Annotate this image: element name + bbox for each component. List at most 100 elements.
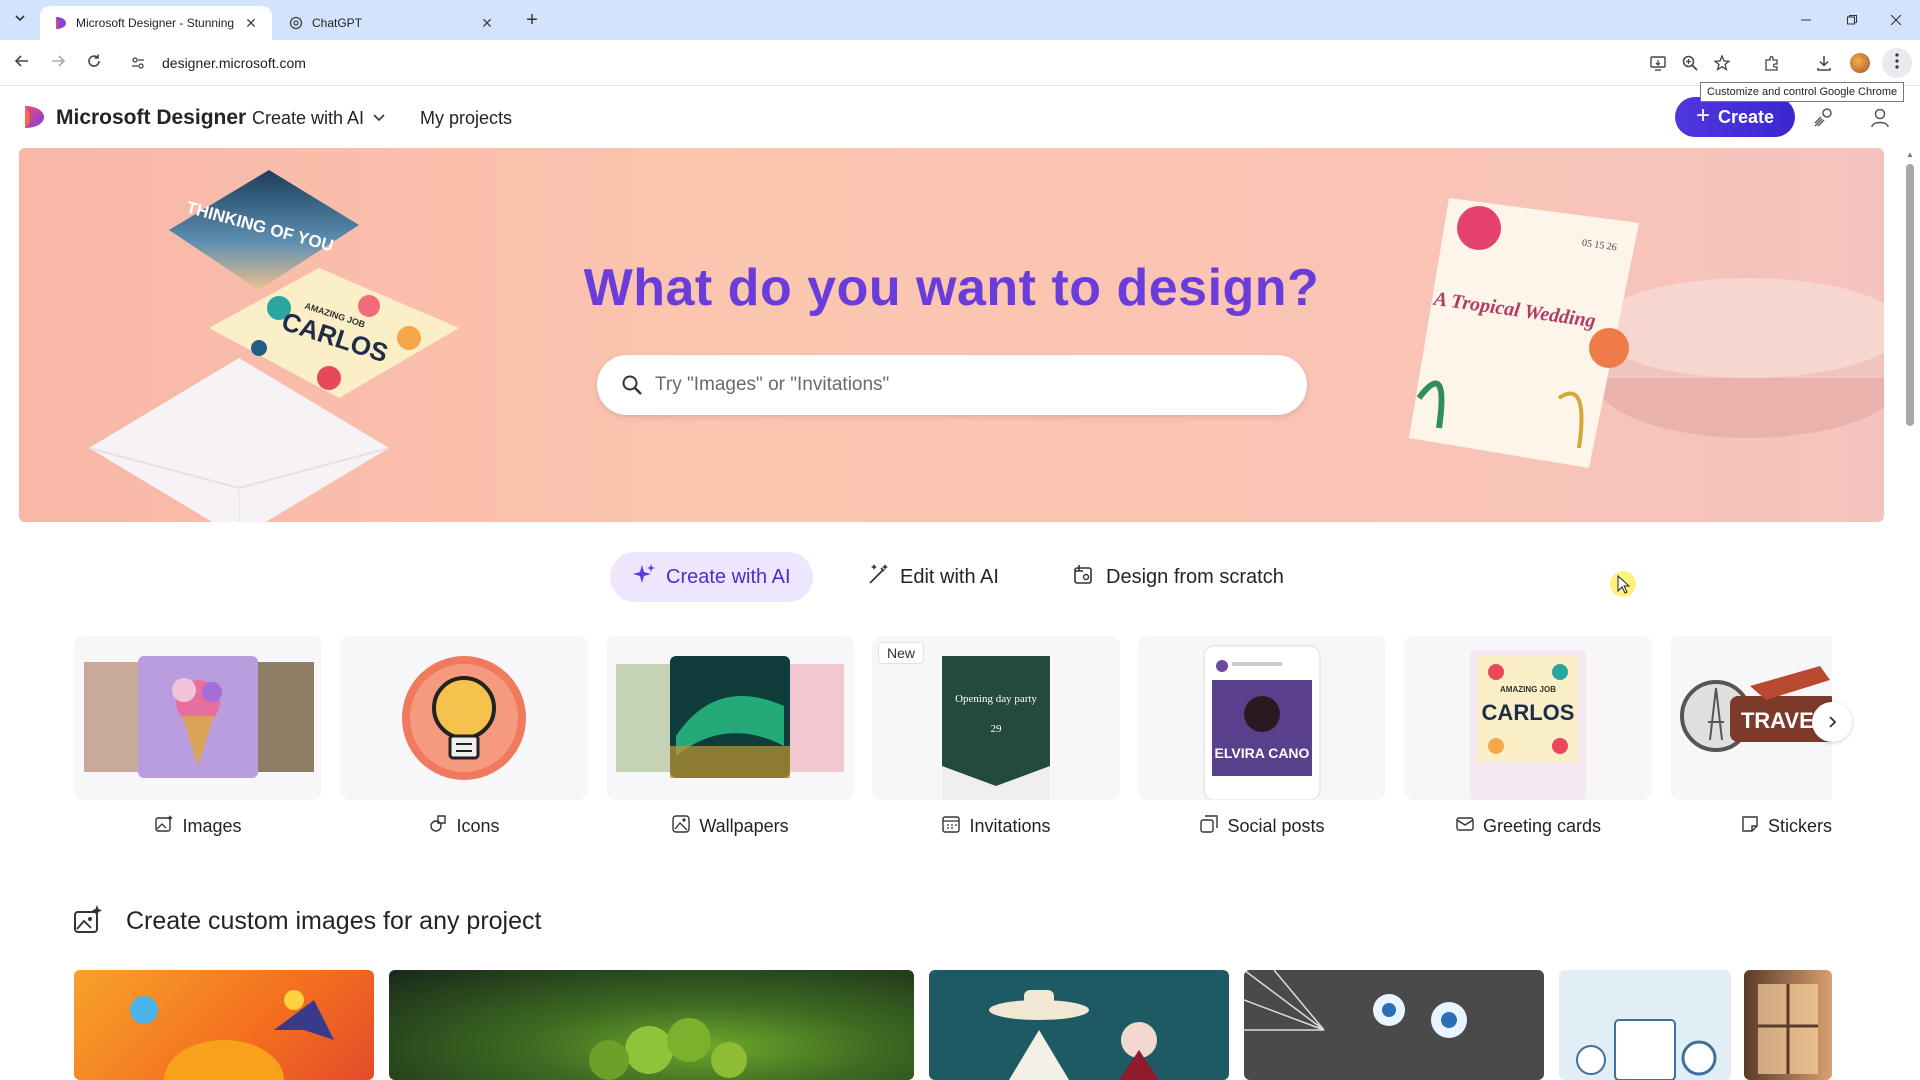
chatgpt-icon	[288, 15, 304, 31]
forward-button[interactable]	[44, 49, 72, 77]
category-caption: Images	[74, 814, 322, 839]
close-icon[interactable]: ✕	[242, 14, 260, 32]
category-caption: Stickers	[1670, 814, 1832, 839]
arrow-right-icon	[50, 53, 66, 74]
category-thumb: ELVIRA CANO	[1138, 636, 1386, 800]
create-with-ai-dropdown[interactable]: Create with AI	[252, 108, 386, 129]
category-card-images[interactable]: Images	[74, 636, 322, 866]
shapes-icon	[428, 814, 448, 839]
mail-icon	[1455, 814, 1475, 839]
hero-search-box[interactable]	[597, 355, 1307, 415]
category-thumb	[340, 636, 588, 800]
chrome-menu-button[interactable]	[1882, 48, 1912, 78]
search-icon	[619, 372, 645, 398]
category-thumb: AMAZING JOB CARLOS	[1404, 636, 1652, 800]
category-thumb	[74, 636, 322, 800]
page-scrollbar[interactable]: ▲	[1904, 150, 1916, 1078]
wallpaper-icon	[671, 814, 691, 839]
tab-title: Microsoft Designer - Stunning	[76, 16, 235, 30]
category-caption: Invitations	[872, 814, 1120, 839]
section-title: Create custom images for any project	[126, 907, 542, 935]
zoom-icon[interactable]	[1678, 51, 1702, 75]
sparkle-icon	[632, 562, 656, 592]
site-settings-icon[interactable]	[128, 53, 148, 73]
mouse-cursor-highlight	[1610, 571, 1636, 597]
category-caption: Wallpapers	[606, 814, 854, 839]
scroll-thumb[interactable]	[1906, 164, 1914, 426]
restore-button[interactable]	[1832, 6, 1872, 34]
category-card-greeting-cards[interactable]: AMAZING JOB CARLOS Greeting cards	[1404, 636, 1652, 866]
tab-edit-with-ai[interactable]: Edit with AI	[844, 552, 1021, 602]
category-carousel: Images Icons Wallpapers Opening day part…	[74, 636, 1832, 866]
tab-create-with-ai[interactable]: Create with AI	[610, 552, 813, 602]
bookmark-star-icon[interactable]	[1710, 51, 1734, 75]
scroll-up-icon[interactable]: ▲	[1906, 150, 1914, 160]
reload-button[interactable]	[80, 49, 108, 77]
category-caption: Icons	[340, 814, 588, 839]
tab-search-button[interactable]	[8, 8, 32, 32]
browser-toolbar: designer.microsoft.com	[0, 40, 1920, 86]
brand-name[interactable]: Microsoft Designer	[56, 106, 246, 130]
category-label: Wallpapers	[699, 816, 789, 836]
extensions-icon[interactable]	[1760, 51, 1784, 75]
greeting-top-text: AMAZING JOB	[1500, 685, 1556, 694]
browser-tabstrip: Microsoft Designer - Stunning ✕ ChatGPT …	[0, 0, 1920, 40]
close-icon[interactable]: ✕	[478, 14, 496, 32]
back-button[interactable]	[8, 49, 36, 77]
image-sparkle-icon	[72, 904, 104, 936]
arrow-left-icon	[14, 53, 30, 74]
category-label: Greeting cards	[1482, 816, 1602, 836]
minimize-button[interactable]	[1786, 6, 1826, 34]
gallery-image[interactable]	[1744, 970, 1832, 1080]
canvas-icon	[1072, 562, 1096, 592]
plus-icon: +	[1695, 102, 1710, 129]
rewards-icon[interactable]	[1809, 103, 1839, 133]
tab-title: ChatGPT	[312, 16, 363, 30]
my-projects-link[interactable]: My projects	[420, 108, 512, 129]
more-vertical-icon	[1895, 52, 1899, 74]
invite-date-text: 29	[991, 723, 1003, 735]
chevron-right-icon	[1826, 712, 1838, 733]
hero-search-input[interactable]	[655, 374, 1255, 396]
carousel-next-button[interactable]	[1812, 702, 1852, 742]
profile-avatar[interactable]	[1848, 51, 1872, 75]
category-label: Social posts	[1227, 816, 1325, 836]
category-card-icons[interactable]: Icons	[340, 636, 588, 866]
address-bar[interactable]: designer.microsoft.com	[124, 46, 1662, 80]
gallery-image[interactable]	[929, 970, 1229, 1080]
category-card-social-posts[interactable]: ELVIRA CANO Social posts	[1138, 636, 1386, 866]
gallery-image[interactable]	[74, 970, 374, 1080]
app-header: Microsoft Designer Create with AI My pro…	[0, 88, 1920, 148]
tab-design-from-scratch[interactable]: Design from scratch	[1050, 552, 1306, 602]
category-caption: Social posts	[1138, 814, 1386, 839]
designer-logo-icon	[52, 15, 68, 31]
tab-chatgpt[interactable]: ChatGPT ✕	[276, 6, 508, 40]
category-thumb: TRAVEL	[1670, 636, 1832, 800]
category-card-invitations[interactable]: Opening day party 29 New Invitations	[872, 636, 1120, 866]
reload-icon	[86, 53, 102, 74]
mode-label: Edit with AI	[900, 565, 999, 588]
close-window-button[interactable]	[1876, 6, 1916, 34]
designer-logo-icon[interactable]	[20, 104, 46, 130]
gallery-image[interactable]	[389, 970, 914, 1080]
create-button[interactable]: + Create	[1675, 97, 1795, 137]
gallery-image[interactable]	[1244, 970, 1544, 1080]
install-app-icon[interactable]	[1646, 51, 1670, 75]
tab-microsoft-designer[interactable]: Microsoft Designer - Stunning ✕	[40, 6, 272, 40]
magic-wand-icon	[866, 562, 890, 592]
mode-label: Create with AI	[666, 565, 791, 588]
category-label: Invitations	[969, 816, 1051, 836]
social-name-text: ELVIRA CANO	[1215, 745, 1310, 761]
account-icon[interactable]	[1865, 103, 1895, 133]
category-card-wallpapers[interactable]: Wallpapers	[606, 636, 854, 866]
new-tab-button[interactable]: +	[520, 8, 544, 32]
category-label: Icons	[456, 816, 500, 836]
new-badge: New	[878, 642, 925, 664]
invite-title-text: Opening day party	[955, 693, 1037, 705]
category-card-stickers[interactable]: TRAVEL Stickers	[1670, 636, 1832, 866]
calendar-icon	[941, 814, 961, 839]
category-caption: Greeting cards	[1404, 814, 1652, 839]
download-icon[interactable]	[1812, 51, 1836, 75]
gallery-image[interactable]	[1559, 970, 1731, 1080]
nav-dropdown-label: Create with AI	[252, 108, 365, 128]
